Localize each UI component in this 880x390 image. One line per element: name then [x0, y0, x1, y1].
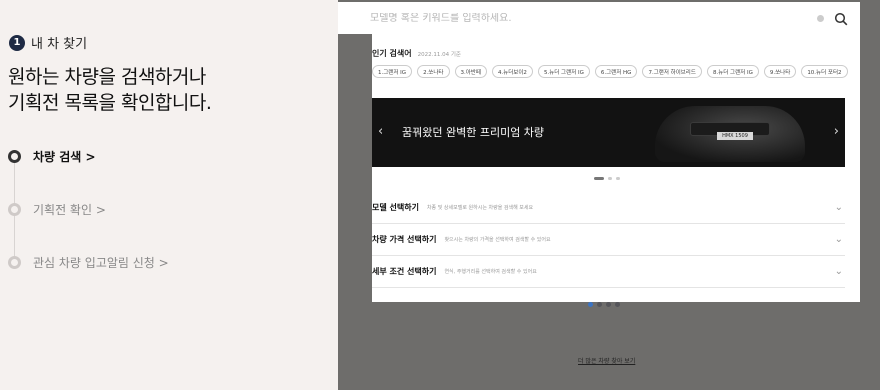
pagination-dot[interactable] — [606, 302, 611, 307]
accordion-title: 차량 가격 선택하기 — [372, 235, 437, 244]
chevron-down-icon[interactable]: ⌄ — [835, 234, 843, 245]
step-title: 내 차 찾기 — [31, 37, 88, 52]
keyword-chip[interactable]: 1.그랜저 IG — [372, 65, 413, 78]
timeline-item-exhibition[interactable]: 기획전 확인 > — [8, 201, 106, 218]
headline-line-2: 기획전 목록을 확인합니다. — [8, 92, 212, 114]
keyword-chip[interactable]: 9.쏘나타 — [763, 65, 797, 78]
keyword-chip[interactable]: 3.아반떼 — [454, 65, 487, 78]
search-input[interactable] — [370, 12, 817, 24]
timeline-item-alert[interactable]: 관심 차량 입고알림 신청 > — [8, 254, 169, 271]
timeline-label: 기획전 확인 > — [33, 203, 106, 217]
timeline-label: 차량 검색 > — [33, 150, 96, 164]
car-plate: HMX 1509 — [717, 132, 753, 140]
keyword-chip[interactable]: 6.그랜저 HG — [594, 65, 638, 78]
accordion-model[interactable]: 모델 선택하기 차종 및 상세모델로 원하시는 차량을 검색해 보세요 ⌄ — [372, 192, 845, 224]
timeline-label: 관심 차량 입고알림 신청 > — [33, 256, 169, 270]
step-number-badge: 1 — [9, 34, 25, 51]
background-pagination — [588, 302, 620, 307]
banner-prev-icon[interactable]: ‹ — [378, 124, 383, 139]
keyword-chip[interactable]: 4.뉴더보이2 — [491, 65, 533, 78]
popular-title: 인기 검색어 — [372, 49, 412, 58]
accordion-detail[interactable]: 세부 조건 선택하기 연식, 주행거리를 선택하여 검색할 수 있어요 ⌄ — [372, 256, 845, 288]
keyword-chip[interactable]: 8.뉴더 그랜저 IG — [706, 65, 759, 78]
accordion-title: 세부 조건 선택하기 — [372, 267, 437, 276]
chevron-down-icon[interactable]: ⌄ — [835, 202, 843, 213]
timeline-dot — [8, 150, 21, 163]
pagination-dot[interactable] — [594, 177, 604, 180]
right-panel: 인기 검색어 2022.11.04 기준 1.그랜저 IG 2.쏘나타 3.아반… — [338, 0, 880, 390]
clear-icon[interactable] — [817, 14, 824, 22]
keyword-chip[interactable]: 2.쏘나타 — [417, 65, 450, 78]
accordion-price[interactable]: 차량 가격 선택하기 찾으시는 차량의 가격을 선택하여 검색할 수 있어요 ⌄ — [372, 224, 845, 256]
step-header: 1 내 차 찾기 — [9, 33, 87, 52]
pagination-dot[interactable] — [616, 177, 620, 180]
popular-date: 2022.11.04 기준 — [417, 51, 461, 58]
keyword-chip[interactable]: 7.그랜저 하이브리드 — [642, 65, 702, 78]
popular-keywords: 1.그랜저 IG 2.쏘나타 3.아반떼 4.뉴더보이2 5.뉴더 그랜저 IG… — [372, 65, 848, 78]
pagination-dot[interactable] — [608, 177, 612, 180]
search-bar — [338, 2, 860, 34]
left-panel: 1 내 차 찾기 원하는 차량을 검색하거나 기획전 목록을 확인합니다. 차량… — [0, 0, 338, 390]
pagination-dot[interactable] — [615, 302, 620, 307]
banner-text: 꿈꿔왔던 완벽한 프리미엄 차량 — [402, 126, 545, 139]
banner-next-icon[interactable]: › — [834, 124, 839, 139]
search-popup: 인기 검색어 2022.11.04 기준 1.그랜저 IG 2.쏘나타 3.아반… — [372, 34, 860, 302]
accordion-desc: 찾으시는 차량의 가격을 선택하여 검색할 수 있어요 — [444, 237, 551, 243]
more-cars-link[interactable]: 더 많은 차량 찾아 보기 — [578, 356, 635, 365]
keyword-chip[interactable]: 5.뉴더 그랜저 IG — [537, 65, 590, 78]
promo-banner[interactable]: HMX 1509 ‹ 꿈꿔왔던 완벽한 프리미엄 차량 › — [372, 98, 845, 167]
headline-line-1: 원하는 차량을 검색하거나 — [8, 66, 206, 88]
page-headline: 원하는 차량을 검색하거나 기획전 목록을 확인합니다. — [8, 64, 212, 116]
timeline-item-search[interactable]: 차량 검색 > — [8, 148, 96, 165]
popular-header: 인기 검색어 2022.11.04 기준 — [372, 48, 461, 59]
accordion-desc: 차종 및 상세모델로 원하시는 차량을 검색해 보세요 — [426, 205, 534, 211]
pagination-dot[interactable] — [588, 302, 593, 307]
accordion-desc: 연식, 주행거리를 선택하여 검색할 수 있어요 — [444, 269, 537, 275]
timeline-dot — [8, 203, 21, 216]
banner-pagination — [594, 177, 620, 180]
accordion-title: 모델 선택하기 — [372, 203, 419, 212]
timeline-dot — [8, 256, 21, 269]
chevron-down-icon[interactable]: ⌄ — [835, 266, 843, 277]
pagination-dot[interactable] — [597, 302, 602, 307]
search-icon[interactable] — [834, 11, 848, 26]
keyword-chip[interactable]: 10.뉴더 포터2 — [801, 65, 848, 78]
